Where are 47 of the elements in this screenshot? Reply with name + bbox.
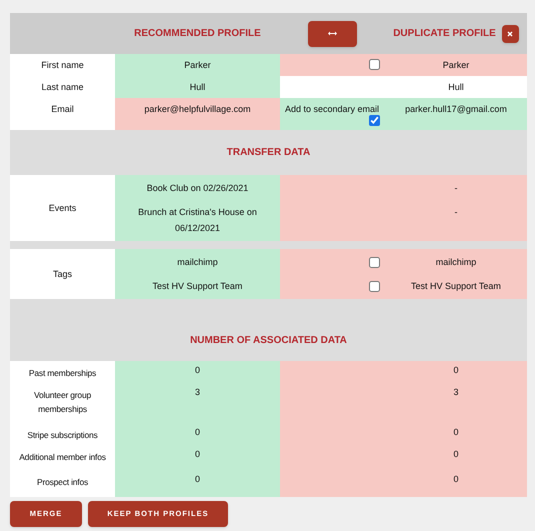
duplicate-value: mailchimp	[436, 257, 476, 267]
duplicate-value: -	[454, 207, 458, 217]
section-title: TRANSFER DATA	[226, 146, 310, 158]
field-label: Email	[10, 98, 115, 130]
recommended-count: 3	[194, 387, 200, 397]
recommended-value: Brunch at Cristina's House on 06/12/2021	[137, 206, 258, 235]
recommended-count: 0	[194, 365, 200, 375]
field-label: Events	[10, 175, 115, 241]
duplicate-count: 0	[453, 427, 458, 437]
field-label: Stripe subscriptions	[10, 423, 115, 445]
recommended-count: 0	[194, 427, 200, 437]
field-label: Past memberships	[10, 361, 115, 383]
field-label: Tags	[10, 249, 115, 299]
column-title: DUPLICATE PROFILE	[393, 28, 496, 40]
recommended-value: parker@helpfulvillage.com	[115, 98, 280, 130]
duplicate-value: -	[454, 183, 458, 193]
recommended-count: 0	[194, 474, 200, 484]
recommended-count: 0	[194, 449, 200, 459]
field-label: Volunteer group memberships	[10, 383, 115, 423]
duplicate-value: Test HV Support Team	[411, 281, 501, 291]
duplicate-value: Parker	[442, 60, 470, 70]
checkbox[interactable]	[369, 115, 380, 126]
field-label: First name	[10, 54, 115, 76]
section-title: NUMBER OF ASSOCIATED DATA	[190, 335, 347, 347]
recommended-value: Book Club on 02/26/2021	[146, 182, 250, 195]
duplicate-count: 3	[453, 387, 458, 397]
duplicate-count: 0	[453, 449, 458, 459]
swap-button[interactable]	[308, 20, 357, 46]
recommended-value: Test HV Support Team	[152, 280, 244, 293]
recommended-value: Parker	[115, 54, 280, 76]
duplicate-value: Hull	[448, 82, 464, 92]
duplicate-value: parker.hull17@gmail.com	[405, 104, 507, 114]
column-title: RECOMMENDED PROFILE	[133, 28, 262, 40]
checkbox[interactable]	[369, 280, 380, 292]
checkbox[interactable]	[369, 256, 380, 268]
duplicate-count: 0	[453, 474, 458, 484]
field-label: Additional member infos	[10, 445, 115, 470]
close-button[interactable]	[502, 24, 519, 42]
checkbox-label: Add to secondary email	[284, 103, 380, 115]
recommended-value: mailchimp	[176, 256, 219, 269]
close-icon	[507, 30, 514, 36]
duplicate-count: 0	[453, 365, 458, 375]
field-label: Prospect infos	[10, 470, 115, 497]
recommended-value: Hull	[115, 76, 280, 98]
swap-icon	[328, 31, 337, 36]
field-label: Last name	[10, 76, 115, 98]
checkbox[interactable]	[369, 59, 380, 70]
